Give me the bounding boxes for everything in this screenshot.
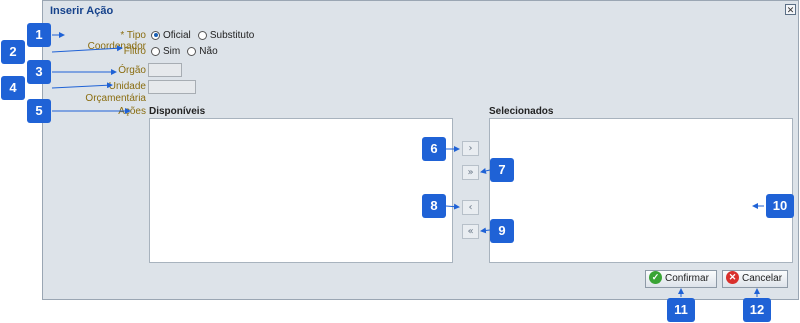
callout-12: 12 (743, 298, 771, 322)
callout-10: 10 (766, 194, 794, 218)
callout-pointers (51, 32, 764, 297)
callout-1: 1 (27, 23, 51, 47)
callout-4: 4 (1, 76, 25, 100)
callout-9: 9 (490, 219, 514, 243)
callout-2: 2 (1, 40, 25, 64)
callout-3: 3 (27, 60, 51, 84)
callout-5: 5 (27, 99, 51, 123)
callout-6: 6 (422, 137, 446, 161)
callout-11: 11 (667, 298, 695, 322)
callout-7: 7 (490, 158, 514, 182)
callout-8: 8 (422, 194, 446, 218)
